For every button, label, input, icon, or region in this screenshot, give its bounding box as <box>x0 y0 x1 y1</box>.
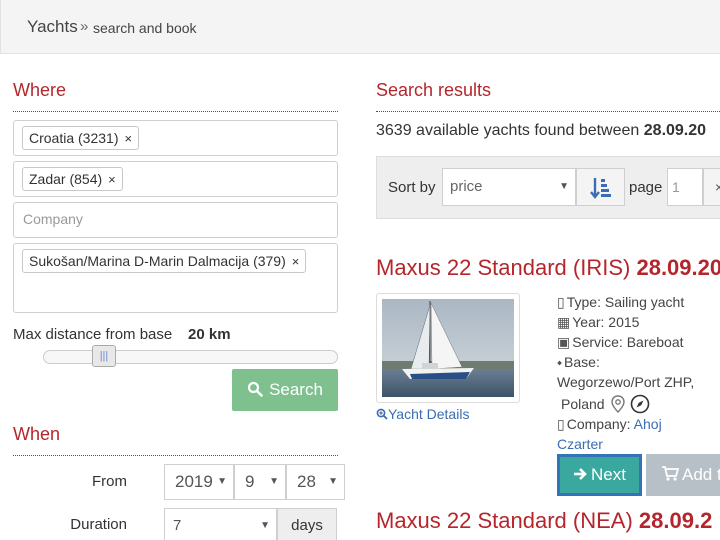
yacht-base-country: Poland <box>561 396 605 412</box>
remove-marina-icon[interactable]: × <box>292 254 300 269</box>
country-tag: Croatia (3231) × <box>22 126 140 150</box>
yacht-base-line1: Wegorzewo/Port ZHP, <box>557 374 695 390</box>
marina-tag-label: Sukošan/Marina D-Marin Dalmacija (379) <box>29 253 286 269</box>
shopping-cart-icon <box>662 466 680 481</box>
region-select[interactable]: Zadar (854) × <box>13 161 338 197</box>
result-title[interactable]: Maxus 22 Standard (IRIS) 28.09.20 <box>376 255 720 281</box>
yacht-company-label: Company: <box>566 416 631 432</box>
company-link[interactable]: Ahoj <box>634 416 662 432</box>
day-caret-icon: ▼ <box>328 476 338 487</box>
yacht-photo[interactable] <box>382 299 514 397</box>
calendar-icon: ▦ <box>557 314 571 330</box>
result-date: 28.09.20 <box>636 255 720 280</box>
breadcrumb-separator: » <box>80 18 89 35</box>
duration-select[interactable]: 7 ▼ <box>164 508 277 540</box>
month-caret-icon: ▼ <box>269 476 279 487</box>
result-title[interactable]: Maxus 22 Standard (NEA) 28.09.2 <box>376 508 712 534</box>
month-select[interactable]: 9 ▼ <box>234 464 286 500</box>
duration-value: 7 <box>173 517 182 534</box>
result-date: 28.09.2 <box>638 508 713 533</box>
day-select[interactable]: 28 ▼ <box>286 464 345 500</box>
result-name[interactable]: Maxus 22 Standard (NEA) <box>376 508 633 533</box>
sort-select[interactable]: price ▼ <box>442 168 576 206</box>
results-divider <box>376 111 720 112</box>
results-date: 28.09.20 <box>643 122 707 139</box>
sort-order-button[interactable] <box>576 168 625 206</box>
yacht-service: ▣ Service: Bareboat <box>557 334 684 351</box>
duration-caret-icon: ▼ <box>260 520 270 531</box>
country-select[interactable]: Croatia (3231) × <box>13 120 338 156</box>
duration-label: Duration <box>70 516 127 533</box>
distance-slider-handle[interactable]: ||| <box>92 345 116 367</box>
breadcrumb-current: search and book <box>93 20 197 36</box>
marina-select[interactable]: Sukošan/Marina D-Marin Dalmacija (379) × <box>13 243 338 313</box>
yacht-details-link[interactable]: Yacht Details <box>376 406 469 422</box>
results-heading: Search results <box>376 80 492 100</box>
distance-value: 20 km <box>188 326 231 343</box>
zoom-icon <box>376 408 388 420</box>
result-name[interactable]: Maxus 22 Standard (IRIS) <box>376 255 630 280</box>
country-tag-label: Croatia (3231) <box>29 130 119 146</box>
search-icon <box>247 381 263 397</box>
day-value: 28 <box>297 472 316 491</box>
page-input[interactable]: 1 <box>667 168 703 206</box>
marina-tag: Sukošan/Marina D-Marin Dalmacija (379) × <box>22 249 307 273</box>
company-placeholder: Company <box>23 211 83 227</box>
yacht-photo-image <box>382 299 514 397</box>
region-tag-label: Zadar (854) <box>29 171 103 187</box>
yacht-type: ▯ Type: Sailing yacht <box>557 294 684 311</box>
arrow-right-icon <box>574 468 587 480</box>
where-divider <box>13 111 338 112</box>
yacht-company: ▯ Company: Ahoj <box>557 416 662 433</box>
search-button-label: Search <box>269 380 323 399</box>
yacht-base-line2: Poland <box>561 394 650 414</box>
yacht-details-label: Yacht Details <box>388 406 470 422</box>
breadcrumb-yachts[interactable]: Yachts <box>27 17 78 37</box>
add-to-cart-button[interactable]: Add t <box>646 454 720 496</box>
company-select[interactable]: Company <box>13 202 338 238</box>
yacht-year-text: Year: 2015 <box>572 314 640 330</box>
search-button[interactable]: Search <box>232 369 338 411</box>
next-button[interactable]: Next <box>557 454 642 496</box>
sort-label: Sort by <box>388 179 436 196</box>
results-summary: 3639 available yachts found between 28.0… <box>376 122 706 140</box>
yacht-service-text: Service: Bareboat <box>572 334 684 350</box>
when-divider <box>13 455 338 456</box>
building-icon: ▯ <box>557 416 565 432</box>
yacht-type-text: Type: Sailing yacht <box>566 294 685 310</box>
remove-country-icon[interactable]: × <box>125 131 133 146</box>
year-caret-icon: ▼ <box>217 476 227 487</box>
where-heading: Where <box>13 80 67 100</box>
duration-unit: days <box>277 508 337 540</box>
year-select[interactable]: 2019 ▼ <box>164 464 234 500</box>
month-value: 9 <box>245 472 255 491</box>
breadcrumb: Yachts » search and book <box>0 0 720 54</box>
sort-value: price <box>450 178 483 195</box>
from-label: From <box>92 473 127 490</box>
page-clear-button[interactable]: × <box>703 168 720 206</box>
year-value: 2019 <box>175 472 213 491</box>
next-button-label: Next <box>591 465 626 484</box>
location-pin-icon[interactable] <box>610 395 626 413</box>
remove-region-icon[interactable]: × <box>108 172 116 187</box>
sort-caret-icon: ▼ <box>559 181 569 192</box>
yacht-base: ⬩ Base: <box>557 354 600 371</box>
yacht-year: ▦ Year: 2015 <box>557 314 639 331</box>
gift-icon: ▣ <box>557 334 571 350</box>
sort-ascending-icon <box>590 178 611 199</box>
when-heading: When <box>13 424 61 444</box>
yacht-base-label: Base: <box>564 354 600 370</box>
building-icon: ▯ <box>557 294 565 310</box>
results-count-text: 3639 available yachts found between <box>376 122 640 139</box>
distance-label: Max distance from base <box>13 326 173 343</box>
compass-icon[interactable] <box>630 394 650 414</box>
add-to-cart-label: Add t <box>682 465 720 484</box>
company-link-line2[interactable]: Czarter <box>557 436 603 452</box>
page-label: page <box>629 179 663 196</box>
region-tag: Zadar (854) × <box>22 167 123 191</box>
map-marker-icon: ⬩ <box>557 354 563 370</box>
distance-slider[interactable] <box>43 350 338 364</box>
